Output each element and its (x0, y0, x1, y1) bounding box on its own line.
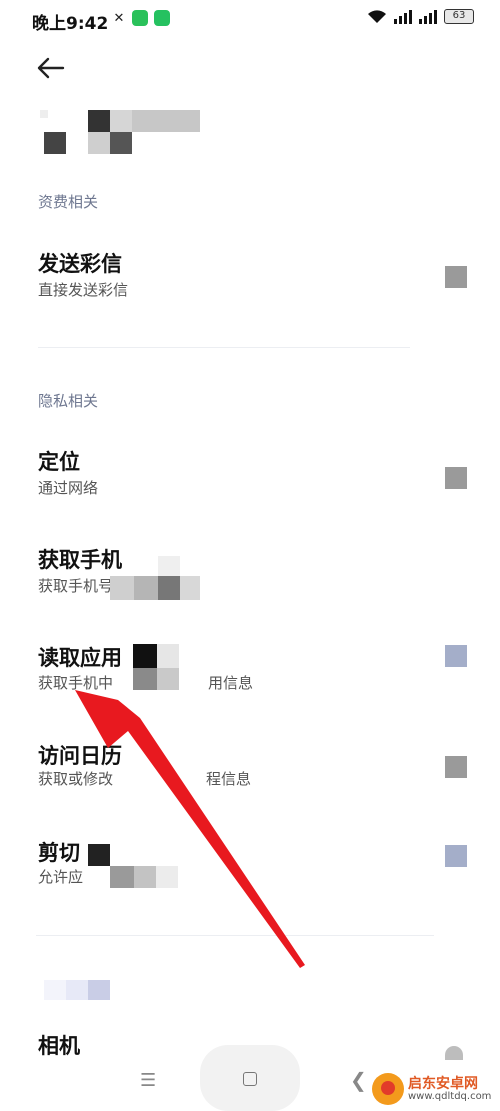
row-subtitle-calendar-tail: 程信息 (206, 770, 252, 788)
mosaic-block (110, 866, 134, 888)
back-arrow-icon (37, 57, 65, 79)
watermark: 启东安卓网 www.qdltdq.com (372, 1073, 497, 1109)
permission-toggle-location[interactable] (445, 467, 467, 489)
mosaic-block (133, 644, 157, 668)
section-title-fees: 资费相关 (38, 193, 99, 211)
mosaic-block (134, 866, 156, 888)
chevron-left-icon[interactable]: ❮ (350, 1068, 367, 1092)
mosaic-block (134, 576, 158, 600)
signal-icon-2 (419, 9, 437, 24)
wifi-icon (367, 9, 387, 24)
mosaic-block (158, 556, 180, 576)
permission-toggle-calendar[interactable] (445, 756, 467, 778)
row-subtitle-read-apps: 获取手机中 (38, 674, 114, 692)
section-title-privacy: 隐私相关 (38, 392, 99, 410)
mosaic-block (110, 576, 134, 600)
row-subtitle-read-apps-tail: 用信息 (208, 674, 254, 692)
row-title-mms[interactable]: 发送彩信 (38, 248, 122, 278)
row-subtitle-calendar: 获取或修改 (38, 770, 114, 788)
row-subtitle-phone-number: 获取手机号 (38, 577, 114, 595)
row-subtitle-clipboard: 允许应 (38, 868, 84, 886)
mosaic-block (44, 980, 66, 1000)
signal-icon (394, 9, 412, 24)
permission-toggle-read-apps[interactable] (445, 645, 467, 667)
watermark-name: 启东安卓网 (408, 1076, 478, 1092)
watermark-logo-icon (372, 1073, 404, 1105)
row-title-clipboard[interactable]: 剪切 (38, 837, 80, 867)
home-icon[interactable] (243, 1072, 257, 1086)
divider (38, 347, 410, 348)
status-indicators: 63 (367, 9, 474, 24)
permission-toggle-clipboard[interactable] (445, 845, 467, 867)
row-title-read-apps[interactable]: 读取应用 (38, 642, 122, 672)
row-title-location[interactable]: 定位 (38, 446, 80, 476)
mosaic-block (158, 576, 180, 600)
mosaic-block (157, 668, 179, 690)
watermark-url: www.qdltdq.com (408, 1091, 492, 1102)
back-button[interactable] (36, 55, 66, 81)
status-bar: 晚上9:42 ✕ 63 (0, 0, 500, 38)
mosaic-block (66, 980, 88, 1000)
mute-icon: ✕ (113, 10, 125, 26)
app-header-mosaic (40, 110, 210, 160)
mosaic-block (88, 980, 110, 1000)
status-time: 晚上9:42 (32, 14, 109, 34)
app-notification-icon (132, 10, 148, 26)
row-subtitle-location: 通过网络 (38, 479, 99, 497)
status-notification-icons: ✕ (112, 10, 170, 26)
row-subtitle-mms: 直接发送彩信 (38, 281, 129, 299)
mosaic-block (88, 844, 110, 866)
mosaic-block (180, 576, 200, 600)
permission-toggle-mms[interactable] (445, 266, 467, 288)
battery-icon: 63 (444, 9, 474, 24)
row-title-phone-number[interactable]: 获取手机 (38, 544, 122, 574)
mosaic-block (157, 644, 179, 668)
divider (36, 935, 434, 936)
mosaic-block (156, 866, 178, 888)
wechat-icon (154, 10, 170, 26)
menu-icon[interactable]: ☰ (140, 1070, 156, 1091)
row-title-calendar[interactable]: 访问日历 (38, 740, 122, 770)
mosaic-block (133, 668, 157, 690)
